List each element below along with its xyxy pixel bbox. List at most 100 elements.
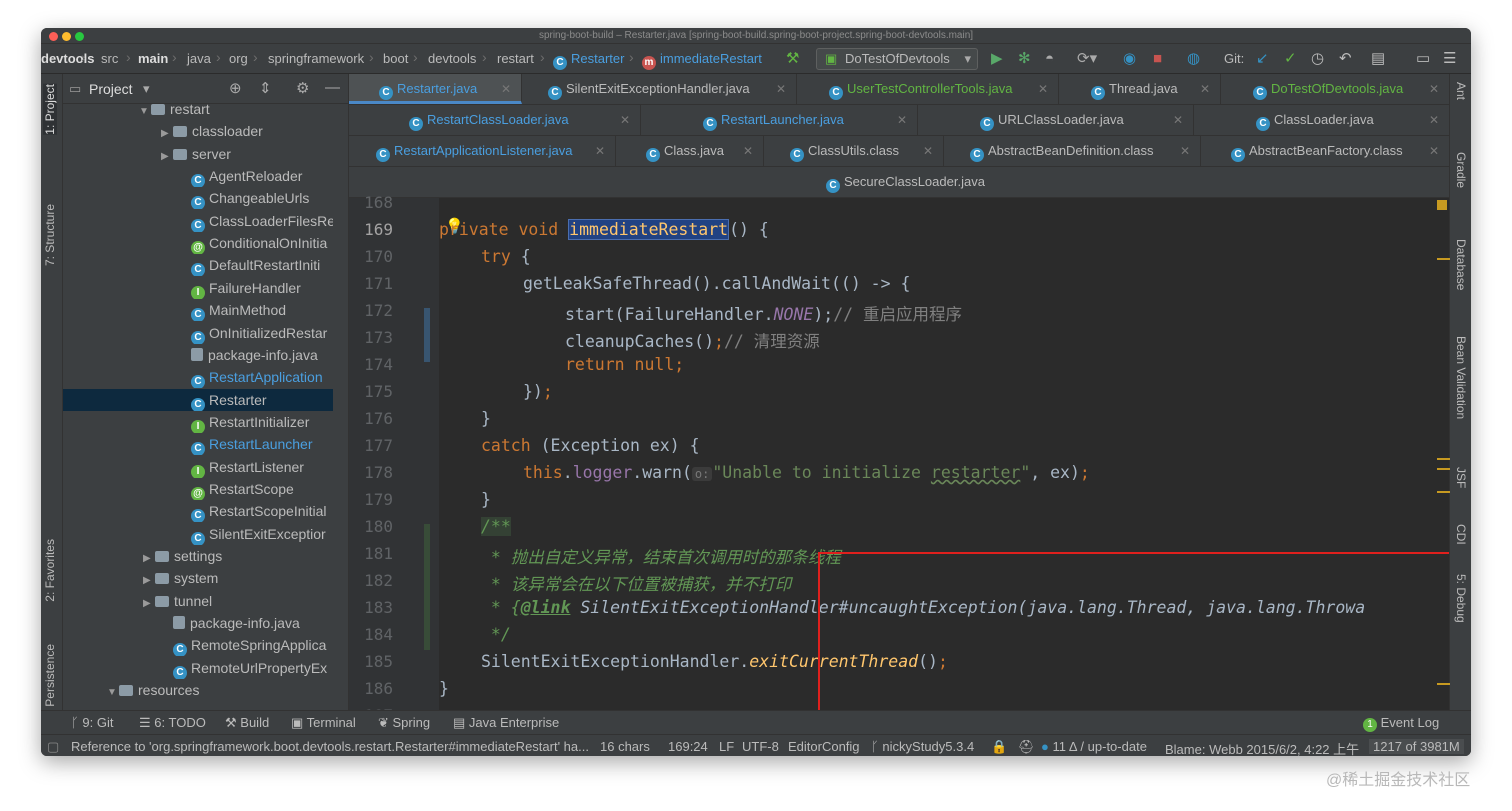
tab-abstractbeandefinition-class[interactable]: C AbstractBeanDefinition.class ✕ [944, 136, 1201, 166]
zoom-window-button[interactable] [75, 32, 84, 41]
tab-urlclassloader-java[interactable]: C URLClassLoader.java ✕ [918, 105, 1194, 135]
tree-item[interactable]: package-info.java [63, 612, 333, 634]
tab-database[interactable]: Database [1454, 239, 1468, 290]
tree-item[interactable]: C RestartScopeInitial [63, 500, 333, 523]
project-view-select[interactable]: Project [89, 81, 133, 97]
run-icon[interactable]: ▶ [991, 51, 1003, 67]
stop-icon[interactable]: ■ [1153, 51, 1162, 67]
tree-item[interactable]: ▶ classloader [63, 120, 333, 142]
tree-item[interactable]: C RestartApplication [63, 366, 333, 389]
breadcrumb-src[interactable]: src [101, 51, 118, 66]
tree-item[interactable]: ▼ restart [63, 104, 333, 120]
tree-item[interactable]: C DefaultRestartIniti [63, 254, 333, 277]
close-icon[interactable]: ✕ [1173, 105, 1183, 135]
breadcrumb-devtools-pkg[interactable]: devtools [428, 51, 476, 66]
toolwindow-terminal[interactable]: ▣ Terminal [291, 715, 356, 731]
close-icon[interactable]: ✕ [595, 136, 605, 166]
chevron-down-icon[interactable]: ▾ [143, 81, 150, 97]
presentation-icon[interactable]: ▭ [1416, 51, 1430, 67]
tab-class-java[interactable]: C Class.java ✕ [616, 136, 764, 166]
close-icon[interactable]: ✕ [620, 105, 630, 135]
status-memory[interactable]: 1217 of 3981M [1369, 739, 1464, 754]
build-hammer-icon[interactable]: ⚒ [786, 51, 799, 67]
close-icon[interactable]: ✕ [1429, 74, 1439, 104]
expanded-arrow-icon[interactable]: ▼ [139, 104, 151, 120]
run-configuration-select[interactable]: ▣ DoTestOfDevtools ▾ [816, 48, 978, 70]
close-icon[interactable]: ✕ [1429, 136, 1439, 166]
breadcrumb-boot[interactable]: boot [383, 51, 408, 66]
tab-bean-validation[interactable]: Bean Validation [1454, 336, 1468, 419]
status-editorconfig[interactable]: EditorConfig [788, 739, 860, 754]
inspection-status-icon[interactable] [1437, 200, 1447, 210]
collapsed-arrow-icon[interactable]: ▶ [143, 570, 155, 589]
tab-dotestofdevtools-java[interactable]: C DoTestOfDevtools.java ✕ [1221, 74, 1449, 104]
git-update-icon[interactable]: ↙ [1256, 51, 1269, 67]
tab-restartlauncher-java[interactable]: C RestartLauncher.java ✕ [641, 105, 918, 135]
close-icon[interactable]: ✕ [1180, 136, 1190, 166]
tree-item[interactable]: ▶ tunnel [63, 590, 333, 612]
close-icon[interactable]: ✕ [923, 136, 933, 166]
tab-abstractbeanfactory-class[interactable]: C AbstractBeanFactory.class ✕ [1201, 136, 1449, 166]
close-icon[interactable]: ✕ [743, 136, 753, 166]
collapsed-arrow-icon[interactable]: ▶ [143, 548, 155, 567]
tree-item[interactable]: I FailureHandler [63, 277, 333, 299]
locate-icon[interactable]: ⊕ [229, 79, 242, 97]
tree-item[interactable]: C OnInitializedRestar [63, 322, 333, 344]
search-everywhere-icon[interactable]: ◍ [1187, 51, 1200, 67]
collapse-icon[interactable]: ⇕ [259, 79, 272, 97]
project-structure-icon[interactable]: ▤ [1371, 51, 1385, 67]
git-commit-icon[interactable]: ✓ [1284, 51, 1297, 67]
breadcrumb-restarter[interactable]: C Restarter [553, 51, 624, 70]
tab-cdi[interactable]: CDI [1454, 524, 1468, 545]
toolwindow-event-log[interactable]: 1 Event Log [1363, 715, 1439, 732]
status-position[interactable]: 169:24 [668, 739, 708, 754]
lock-icon[interactable]: 🔒 [991, 739, 1007, 755]
tree-item[interactable]: ▶ system [63, 567, 333, 589]
close-icon[interactable]: ✕ [1038, 74, 1048, 104]
tab-silentexit-java[interactable]: C SilentExitExceptionHandler.java ✕ [522, 74, 797, 104]
tab-favorites[interactable]: 2: Favorites [43, 539, 57, 602]
tab-persistence[interactable]: Persistence [43, 644, 57, 707]
toolwindow-java-enterprise[interactable]: ▤ Java Enterprise [453, 715, 559, 731]
tab-usertest-java[interactable]: C UserTestControllerTools.java ✕ [797, 74, 1059, 104]
breadcrumb-immediaterestart[interactable]: m immediateRestart [642, 51, 762, 70]
tab-classutils-class[interactable]: C ClassUtils.class ✕ [764, 136, 944, 166]
status-toggle-icon[interactable]: ▢ [47, 739, 59, 755]
tab-restartclassloader-java[interactable]: C RestartClassLoader.java ✕ [349, 105, 641, 135]
tree-item[interactable]: ▼ resources [63, 679, 333, 701]
history-icon[interactable]: ◷ [1311, 51, 1324, 67]
tab-secureclassloader-java[interactable]: C SecureClassLoader.java [814, 167, 1004, 197]
tree-item[interactable]: C ClassLoaderFilesRe [63, 210, 333, 232]
breadcrumb-main[interactable]: main [138, 51, 168, 66]
tree-item[interactable]: C SilentExitExceptior [63, 523, 333, 545]
tree-item[interactable]: I RestartListener [63, 456, 333, 478]
tab-jsf[interactable]: JSF [1454, 467, 1468, 488]
tab-project[interactable]: 1: Project [43, 84, 57, 135]
expanded-arrow-icon[interactable]: ▼ [107, 682, 119, 701]
close-icon[interactable]: ✕ [1429, 105, 1439, 135]
tree-item[interactable]: ▶ settings [63, 545, 333, 567]
hide-panel-icon[interactable]: — [325, 79, 340, 96]
gear-icon[interactable]: ⚙ [296, 79, 309, 97]
tab-gradle[interactable]: Gradle [1454, 152, 1468, 188]
tree-item[interactable]: ▶ server [63, 143, 333, 165]
close-icon[interactable]: ✕ [897, 105, 907, 135]
toolwindow-spring[interactable]: ❦ Spring [378, 715, 430, 731]
status-git[interactable]: ● 11 Δ / up-to-date [1041, 739, 1147, 754]
tab-ant[interactable]: Ant [1454, 82, 1468, 100]
status-blame[interactable]: Blame: Webb 2015/6/2, 4:22 上午 [1165, 739, 1359, 756]
close-window-button[interactable] [49, 32, 58, 41]
close-icon[interactable]: ✕ [501, 74, 511, 104]
breadcrumb-java[interactable]: java [187, 51, 211, 66]
close-icon[interactable]: ✕ [776, 74, 786, 104]
breadcrumb-springframework[interactable]: springframework [268, 51, 364, 66]
breadcrumb-devtools[interactable]: devtools [41, 51, 94, 66]
tree-item[interactable]: C ChangeableUrls [63, 187, 333, 210]
status-branch[interactable]: ᚴ nickyStudy5.3.4 [871, 739, 974, 754]
tree-item[interactable]: @ ConditionalOnInitia [63, 232, 333, 255]
status-line-separator[interactable]: LF [719, 739, 734, 754]
profile-icon[interactable]: ⟳▾ [1077, 51, 1097, 67]
tree-item[interactable]: C MainMethod [63, 299, 333, 322]
tab-restarter-java[interactable]: C Restarter.java ✕ [349, 74, 522, 104]
tree-item[interactable]: C RemoteSpringApplica [63, 634, 333, 657]
